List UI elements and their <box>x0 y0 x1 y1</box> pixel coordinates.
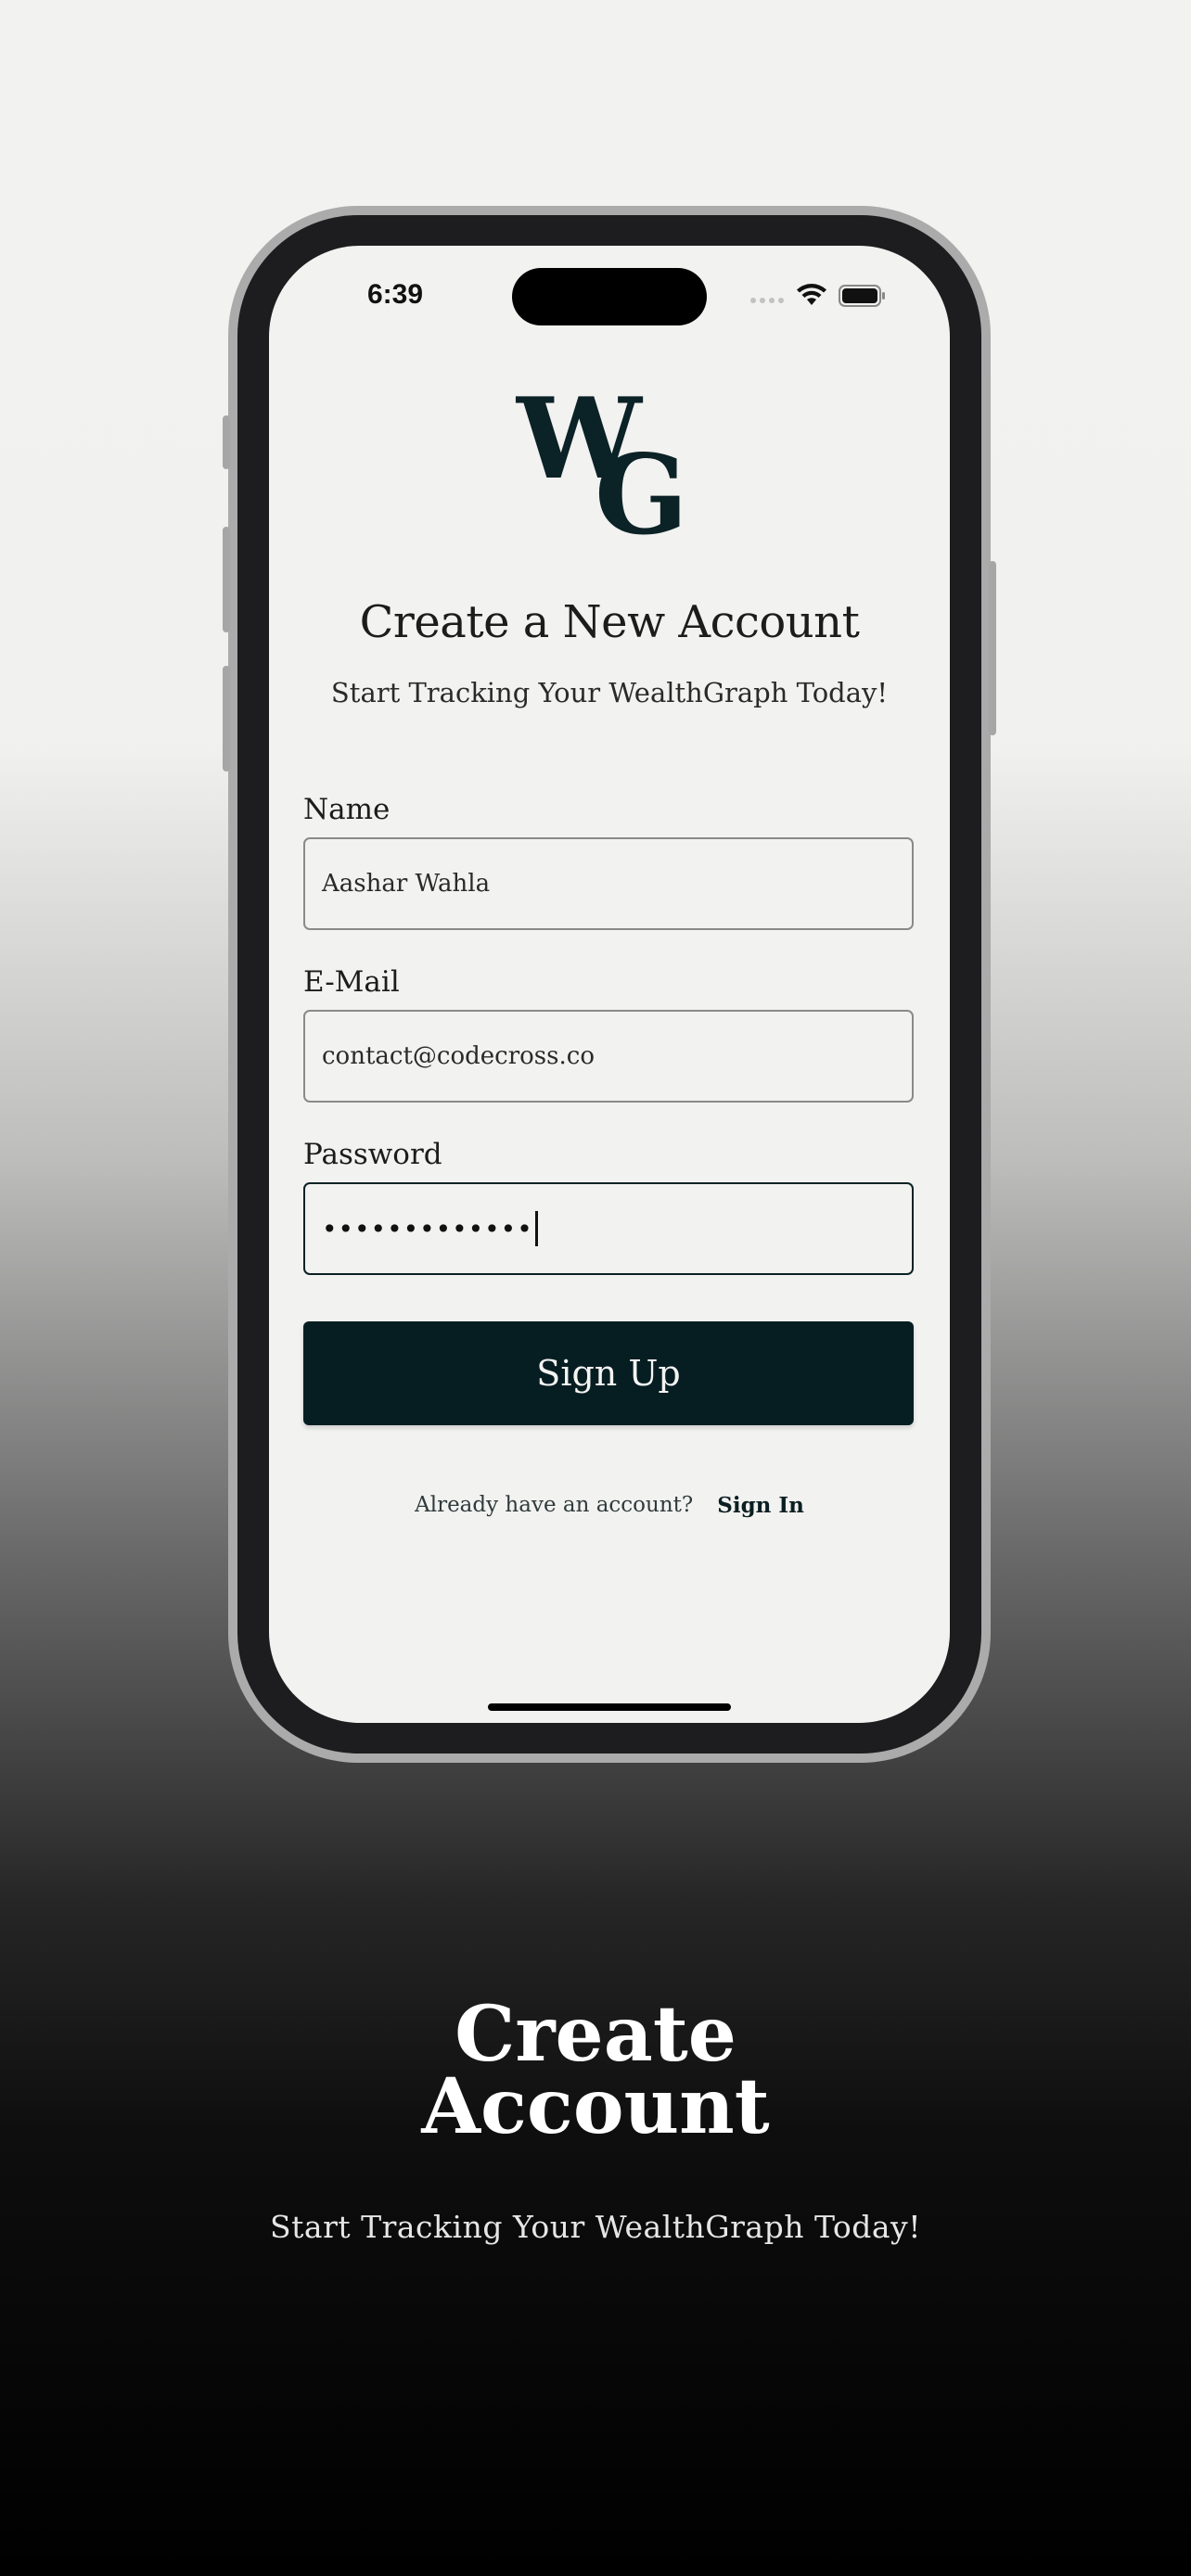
email-label: E-Mail <box>303 965 400 999</box>
promo-title-line1: Create <box>455 1990 736 2079</box>
email-value: contact@codecross.co <box>322 1042 595 1070</box>
name-input[interactable]: Aashar Wahla <box>303 837 914 930</box>
signal-icon <box>750 298 784 303</box>
home-indicator[interactable] <box>488 1703 731 1711</box>
volume-down-button <box>223 666 230 772</box>
promo-title-line2: Account <box>421 2062 770 2151</box>
page-subtitle: Start Tracking Your WealthGraph Today! <box>330 677 889 708</box>
password-label: Password <box>303 1138 442 1171</box>
phone-screen: 6:39 W G Create a New Account Start Trac… <box>269 246 950 1723</box>
email-input[interactable]: contact@codecross.co <box>303 1010 914 1103</box>
volume-up-button <box>223 527 230 632</box>
promo-title: Create Account <box>0 1990 1191 2151</box>
name-label: Name <box>303 793 391 826</box>
page-title: Create a New Account <box>359 596 860 648</box>
battery-icon <box>839 285 885 307</box>
sign-in-prompt: Already have an account? <box>415 1493 694 1517</box>
sign-in-link[interactable]: Sign In <box>717 1493 804 1518</box>
text-caret <box>534 1211 538 1246</box>
wealthgraph-logo: W G <box>515 385 688 542</box>
silent-switch <box>223 415 230 469</box>
password-input[interactable]: ••••••••••••• <box>303 1182 914 1275</box>
svg-text:G: G <box>595 430 688 542</box>
status-time: 6:39 <box>367 279 424 310</box>
wifi-icon <box>797 284 826 305</box>
dynamic-island <box>512 268 707 325</box>
power-button <box>989 561 996 735</box>
sign-up-button[interactable]: Sign Up <box>303 1321 914 1425</box>
password-value: ••••••••••••• <box>322 1213 533 1244</box>
promo-subtitle: Start Tracking Your WealthGraph Today! <box>270 2209 921 2245</box>
sign-in-row: Already have an account? Sign In <box>269 1493 950 1518</box>
name-value: Aashar Wahla <box>322 870 491 898</box>
